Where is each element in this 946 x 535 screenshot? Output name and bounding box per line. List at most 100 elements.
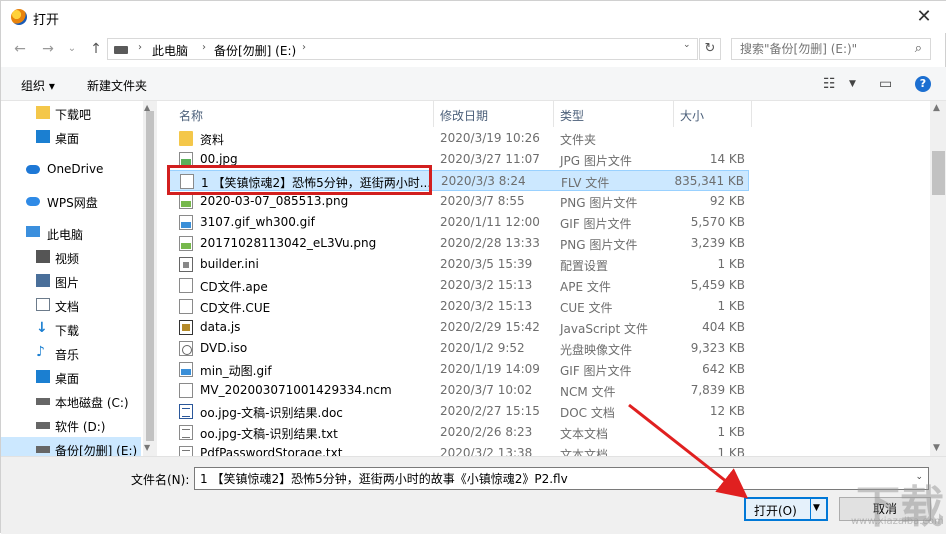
sidebar-item-pictures[interactable]: 图片 bbox=[1, 269, 141, 293]
file-row[interactable]: CD文件.ape 2020/3/2 15:13 APE 文件 5,459 KB bbox=[167, 275, 749, 296]
png-file-icon bbox=[179, 194, 193, 209]
view-options-icon[interactable]: ☷ bbox=[823, 76, 836, 92]
file-name: 00.jpg bbox=[200, 152, 238, 166]
file-type: CUE 文件 bbox=[560, 301, 613, 315]
back-button[interactable]: ← bbox=[11, 40, 29, 58]
search-box[interactable]: ⌕ bbox=[731, 38, 931, 60]
column-divider[interactable] bbox=[553, 101, 554, 127]
sidebar-item-drive-e[interactable]: 备份[勿删] (E:) bbox=[1, 437, 141, 456]
file-row[interactable]: 资料 2020/3/19 10:26 文件夹 bbox=[167, 128, 749, 149]
file-type: 文件夹 bbox=[560, 133, 597, 147]
sidebar-item-desktop[interactable]: 桌面 bbox=[1, 125, 141, 149]
cloud-icon bbox=[26, 197, 40, 206]
recent-locations-dropdown[interactable]: ⌄ bbox=[63, 40, 81, 58]
file-row[interactable]: DVD.iso 2020/1/2 9:52 光盘映像文件 9,323 KB bbox=[167, 338, 749, 359]
file-row[interactable]: oo.jpg-文稿-识别结果.txt 2020/2/26 8:23 文本文档 1 KB bbox=[167, 422, 749, 443]
music-icon: ♪ bbox=[36, 344, 45, 360]
refresh-button[interactable]: ↻ bbox=[699, 38, 721, 60]
open-button[interactable]: 打开(O) ▼ bbox=[744, 497, 828, 521]
file-row[interactable]: oo.jpg-文稿-识别结果.doc 2020/2/27 15:15 DOC 文档 1… bbox=[167, 401, 749, 422]
file-type: JavaScript 文件 bbox=[560, 322, 648, 336]
column-divider[interactable] bbox=[433, 101, 434, 127]
sidebar-item-documents[interactable]: 文档 bbox=[1, 293, 141, 317]
sidebar-item-videos[interactable]: 视频 bbox=[1, 245, 141, 269]
column-header-type[interactable]: 类型 bbox=[560, 107, 584, 124]
file-date: 2020/3/5 15:39 bbox=[440, 257, 533, 271]
organize-button[interactable]: 组织 ▾ bbox=[21, 77, 55, 94]
watermark-url: www.xiazaiba.com bbox=[851, 516, 944, 527]
column-header-size[interactable]: 大小 bbox=[680, 107, 704, 124]
sidebar-item-label: 视频 bbox=[55, 252, 80, 266]
file-row[interactable]: min_动图.gif 2020/1/19 14:09 GIF 图片文件 642 KB bbox=[167, 359, 749, 380]
file-date: 2020/3/7 8:55 bbox=[440, 194, 525, 208]
column-header-name[interactable]: 名称 bbox=[179, 107, 203, 124]
file-name: DVD.iso bbox=[200, 341, 248, 355]
txt-file-icon bbox=[179, 446, 193, 456]
open-button-label: 打开(O) bbox=[754, 504, 797, 518]
sidebar-item-downloads[interactable]: ↓ 下载 bbox=[1, 317, 141, 341]
scroll-up-icon[interactable]: ▲ bbox=[144, 103, 150, 112]
file-row[interactable]: 3107.gif_wh300.gif 2020/1/11 12:00 GIF 图片文… bbox=[167, 212, 749, 233]
file-row[interactable]: CD文件.CUE 2020/3/2 15:13 CUE 文件 1 KB bbox=[167, 296, 749, 317]
filename-combobox[interactable]: ⌄ bbox=[194, 467, 929, 490]
sidebar-scrollbar-thumb[interactable] bbox=[146, 111, 154, 441]
file-row[interactable]: PdfPasswordStorage.txt 2020/3/2 13:38 文本文档… bbox=[167, 443, 749, 456]
breadcrumb-this-pc[interactable]: 此电脑 bbox=[152, 42, 188, 59]
file-name: MV_202003071001429334.ncm bbox=[200, 383, 392, 397]
new-folder-button[interactable]: 新建文件夹 bbox=[87, 77, 147, 94]
column-divider[interactable] bbox=[751, 101, 752, 127]
address-bar[interactable]: › 此电脑 › 备份[勿删] (E:) › bbox=[107, 38, 698, 60]
file-row[interactable]: 20171028113042_eL3Vu.png 2020/2/28 13:33 P… bbox=[167, 233, 749, 254]
sidebar-item-drive-c[interactable]: 本地磁盘 (C:) bbox=[1, 389, 141, 413]
sidebar-item-music[interactable]: ♪ 音乐 bbox=[1, 341, 141, 365]
cloud-icon bbox=[26, 165, 40, 174]
up-button[interactable]: ↑ bbox=[87, 40, 105, 58]
file-type: FLV 文件 bbox=[561, 176, 610, 190]
sidebar-item-drive-d[interactable]: 软件 (D:) bbox=[1, 413, 141, 437]
file-name: PdfPasswordStorage.txt bbox=[200, 446, 343, 456]
sidebar-item-label: 图片 bbox=[55, 276, 80, 290]
file-name: oo.jpg-文稿-识别结果.doc bbox=[200, 406, 343, 420]
desktop-icon bbox=[36, 130, 50, 143]
column-header-date[interactable]: 修改日期 bbox=[440, 107, 488, 124]
file-row[interactable]: builder.ini 2020/3/5 15:39 配置设置 1 KB bbox=[167, 254, 749, 275]
sidebar-item-label: 音乐 bbox=[55, 348, 80, 362]
column-divider[interactable] bbox=[673, 101, 674, 127]
file-size: 92 KB bbox=[709, 194, 745, 208]
sidebar-item-onedrive[interactable]: OneDrive bbox=[1, 157, 141, 181]
ini-file-icon bbox=[179, 257, 193, 272]
file-type: PNG 图片文件 bbox=[560, 196, 638, 210]
sidebar-item-wps-drive[interactable]: WPS网盘 bbox=[1, 189, 141, 213]
preview-pane-icon[interactable]: ▭ bbox=[879, 76, 892, 92]
close-button[interactable]: ✕ bbox=[901, 1, 946, 33]
sidebar-item-desktop-2[interactable]: 桌面 bbox=[1, 365, 141, 389]
forward-button[interactable]: → bbox=[39, 40, 57, 58]
sort-ascending-icon: ^ bbox=[300, 101, 308, 106]
file-name: 资料 bbox=[200, 133, 225, 147]
view-dropdown-icon[interactable]: ▼ bbox=[849, 79, 856, 89]
drive-icon bbox=[36, 422, 50, 429]
iso-file-icon bbox=[179, 341, 193, 356]
open-options-dropdown-icon[interactable]: ▼ bbox=[813, 503, 820, 513]
file-type: 文本文档 bbox=[560, 448, 609, 456]
breadcrumb-drive-e[interactable]: 备份[勿删] (E:) bbox=[214, 42, 296, 59]
sidebar-item-this-pc[interactable]: 此电脑 bbox=[1, 221, 141, 245]
sidebar-item-downloads-bar[interactable]: 下载吧 bbox=[1, 101, 141, 125]
address-dropdown-icon[interactable]: ⌄ bbox=[683, 40, 691, 50]
file-row[interactable]: MV_202003071001429334.ncm 2020/3/7 10:02 N… bbox=[167, 380, 749, 401]
sidebar-item-label: 下载 bbox=[55, 324, 80, 338]
file-name: data.js bbox=[200, 320, 241, 334]
scroll-up-icon[interactable]: ▲ bbox=[933, 103, 940, 113]
file-type: PNG 图片文件 bbox=[560, 238, 638, 252]
dialog-footer: 文件名(N): ⌄ 打开(O) ▼ 取消 bbox=[1, 456, 946, 534]
scroll-down-icon[interactable]: ▼ bbox=[933, 443, 940, 453]
help-icon[interactable]: ? bbox=[915, 76, 931, 92]
file-date: 2020/3/2 15:13 bbox=[440, 278, 533, 292]
scroll-down-icon[interactable]: ▼ bbox=[144, 443, 150, 452]
sidebar-item-label: 下载吧 bbox=[55, 108, 92, 122]
js-file-icon bbox=[179, 320, 193, 335]
file-list-scrollbar-thumb[interactable] bbox=[932, 151, 945, 195]
file-row[interactable]: data.js 2020/2/29 15:42 JavaScript 文件 404 K… bbox=[167, 317, 749, 338]
search-input[interactable] bbox=[732, 39, 902, 59]
filename-input[interactable] bbox=[195, 468, 895, 489]
